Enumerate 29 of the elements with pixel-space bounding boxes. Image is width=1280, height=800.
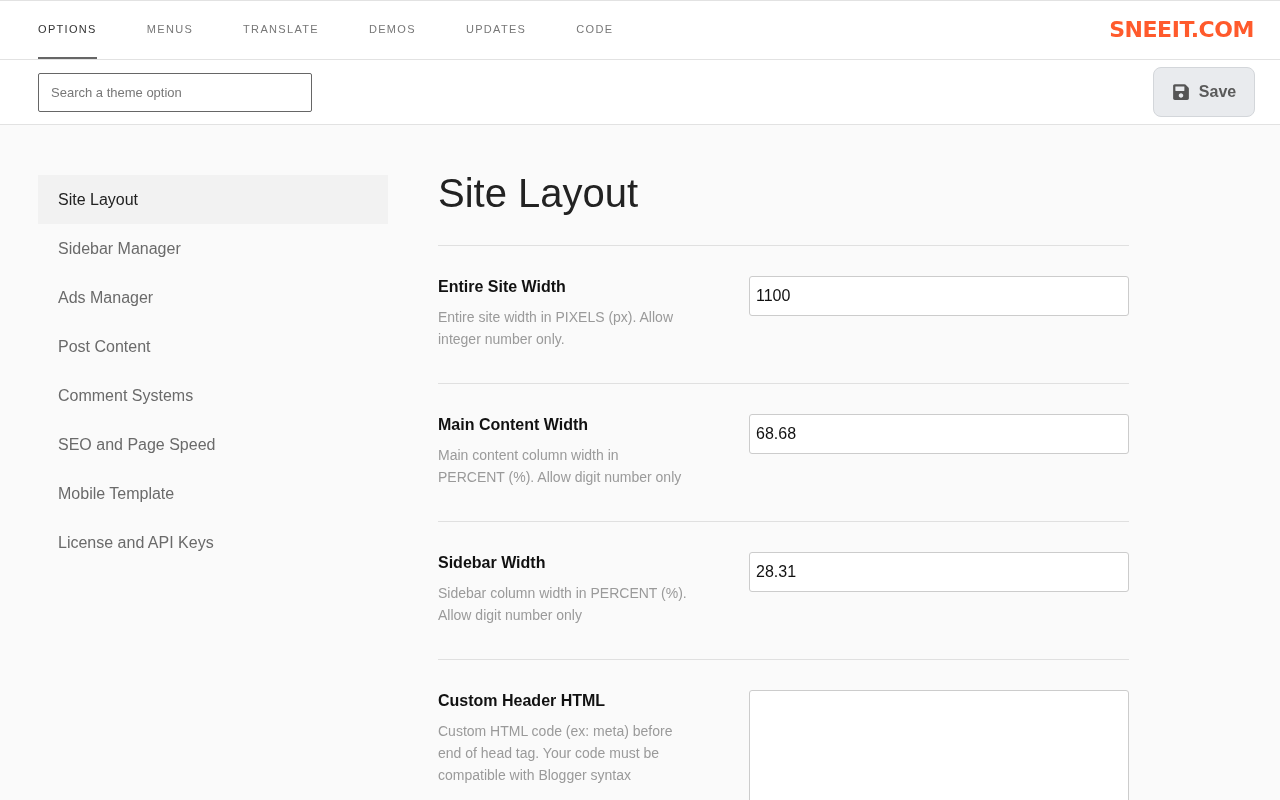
field-description: Main content column width in PERCENT (%). Allow digit number only <box>438 446 683 487</box>
sidebar-item[interactable]: Post Content <box>38 322 388 371</box>
sidebar-item[interactable]: Site Layout <box>38 175 388 224</box>
sidebar-item[interactable]: Comment Systems <box>38 371 388 420</box>
search-field[interactable]: Search a theme option <box>38 72 312 112</box>
textarea-field[interactable] <box>749 690 1129 800</box>
field-description: Sidebar column width in PERCENT (%). Allow digit number only <box>438 584 688 625</box>
field-label: Sidebar Width <box>438 553 546 573</box>
nav-tab[interactable]: CODE <box>576 1 614 59</box>
logo: SNEEIT.COM <box>1109 19 1254 41</box>
sidebar-item[interactable]: Sidebar Manager <box>38 224 388 273</box>
input-field[interactable]: 28.31 <box>749 552 1129 592</box>
save-button[interactable]: Save <box>1153 67 1255 117</box>
field-description: Custom HTML code (ex: meta) before end of head tag. Your code must be compatible with Blogger syntax <box>438 722 674 785</box>
field-description: Entire site width in PIXELS (px). Allow integer number only. <box>438 308 674 349</box>
field-label: Entire Site Width <box>438 277 566 297</box>
sidebar-item[interactable]: Ads Manager <box>38 273 388 322</box>
sidebar-item[interactable]: License and API Keys <box>38 518 388 567</box>
field-label: Custom Header HTML <box>438 691 606 711</box>
nav-tab[interactable]: MENUS <box>146 1 194 59</box>
nav-tab[interactable]: UPDATES <box>465 1 527 59</box>
section-title: Site Layout <box>438 170 639 217</box>
nav-tab[interactable]: TRANSLATE <box>243 1 319 59</box>
nav-tab[interactable]: DEMOS <box>368 1 416 59</box>
sidebar-item[interactable]: SEO and Page Speed <box>38 420 388 469</box>
field-label: Main Content Width <box>438 415 589 435</box>
input-field[interactable]: 1100 <box>749 276 1129 316</box>
sidebar-item[interactable]: Mobile Template <box>38 469 388 518</box>
input-field[interactable]: 68.68 <box>749 414 1129 454</box>
